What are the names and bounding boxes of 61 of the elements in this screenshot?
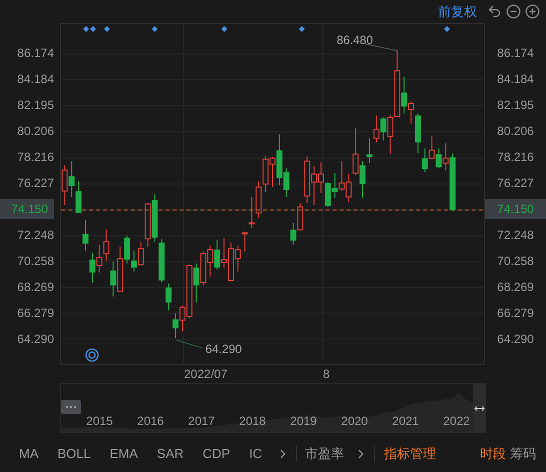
leader-line [176, 340, 203, 348]
year-label: 2021 [391, 413, 420, 430]
year-label: 2018 [238, 413, 267, 430]
indicator-tab[interactable]: IC [249, 444, 262, 464]
year-label: 2016 [136, 413, 165, 430]
price-tick-label: 72.248 [497, 227, 534, 244]
undo-icon[interactable] [487, 4, 502, 19]
diamond-icon [444, 26, 450, 32]
price-tick-label: 76.227 [17, 175, 54, 192]
price-tick-label: 76.227 [497, 175, 534, 192]
price-tick-label: 70.258 [497, 253, 534, 270]
pe-ratio-tab[interactable]: 市盈率 [305, 444, 344, 464]
price-tick-label: 78.216 [17, 149, 54, 166]
indicator-tab[interactable]: BOLL [58, 444, 91, 464]
diamond-icon [152, 26, 158, 32]
date-label: 8 [323, 366, 330, 383]
high-price-label: 86.480 [336, 32, 374, 47]
leader-line [365, 44, 398, 52]
diamond-icon [104, 26, 110, 32]
year-label: 2015 [85, 413, 114, 430]
price-tick-label: 86.174 [17, 45, 54, 62]
price-tick-label: 68.269 [497, 279, 534, 296]
year-label: 2019 [289, 413, 318, 430]
indicator-tab[interactable]: MA [19, 444, 38, 464]
panel-tab[interactable]: 时段 [480, 444, 506, 464]
low-price-label: 64.290 [205, 342, 242, 356]
indicator-tab[interactable]: CDP [202, 444, 230, 464]
price-tick-label: 78.216 [497, 149, 534, 166]
date-label: 2022/07 [184, 366, 228, 383]
price-tick-label: 72.248 [17, 227, 54, 244]
panel-tab[interactable]: 筹码 [510, 444, 536, 464]
price-tick-label: 68.269 [17, 279, 54, 296]
price-tick-label: 66.279 [497, 305, 534, 322]
adjust-mode-button[interactable]: 前复权 [438, 2, 477, 22]
year-label: 2020 [340, 413, 369, 430]
price-tick-label: 84.184 [17, 71, 54, 88]
price-tick-label: 86.174 [497, 45, 534, 62]
price-tick-label: 64.290 [17, 331, 54, 348]
navigator-panel[interactable]: 2015 2016 2017 2018 2019 2020 2021 2022 [60, 383, 486, 433]
indicator-manage-link[interactable]: 指标管理 [384, 444, 436, 464]
year-label: 2017 [187, 413, 216, 430]
price-tick-label: 70.258 [17, 253, 54, 270]
indicator-tab[interactable]: SAR [156, 444, 184, 464]
price-tick-label: 66.279 [17, 305, 54, 322]
zoom-out-icon[interactable] [506, 4, 521, 19]
current-price-label: 74.150 [0, 199, 54, 219]
price-tick-label: 82.195 [497, 97, 534, 114]
indicator-tab[interactable]: EMA [110, 444, 138, 464]
zoom-in-icon[interactable] [525, 4, 540, 19]
price-tick-label: 82.195 [17, 97, 54, 114]
diamond-icon [221, 26, 228, 32]
year-label: 2022 [442, 413, 471, 430]
price-tick-label: 84.184 [497, 71, 534, 88]
price-tick-label: 80.206 [497, 123, 534, 140]
target-icon[interactable] [85, 348, 99, 362]
current-price-label: 74.150 [485, 199, 546, 219]
range-handle[interactable] [473, 384, 485, 432]
price-tick-label: 64.290 [497, 331, 534, 348]
more-button[interactable] [61, 400, 81, 414]
price-tick-label: 80.206 [17, 123, 54, 140]
diamond-icon [298, 26, 305, 32]
